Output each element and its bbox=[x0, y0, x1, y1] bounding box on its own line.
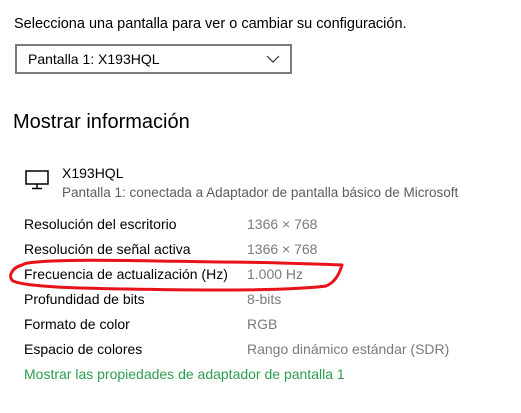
color-format-label: Formato de color bbox=[24, 316, 130, 332]
display-description: Pantalla 1: conectada a Adaptador de pan… bbox=[62, 185, 459, 200]
display-dropdown[interactable]: Pantalla 1: X193HQL bbox=[15, 44, 292, 74]
color-format-value: RGB bbox=[247, 316, 278, 332]
color-space-value: Rango dinámico estándar (SDR) bbox=[247, 341, 450, 357]
chevron-down-icon bbox=[266, 55, 280, 63]
display-name: X193HQL bbox=[62, 165, 124, 181]
active-signal-resolution-value: 1366 × 768 bbox=[247, 241, 318, 257]
select-display-prompt: Selecciona una pantalla para ver o cambi… bbox=[14, 16, 407, 32]
monitor-icon bbox=[25, 170, 49, 190]
section-title: Mostrar información bbox=[13, 111, 190, 133]
display-dropdown-value: Pantalla 1: X193HQL bbox=[28, 51, 160, 67]
active-signal-resolution-label: Resolución de señal activa bbox=[24, 241, 191, 257]
desktop-resolution-label: Resolución del escritorio bbox=[24, 216, 177, 232]
refresh-rate-value: 1.000 Hz bbox=[247, 266, 304, 282]
refresh-rate-label: Frecuencia de actualización (Hz) bbox=[24, 266, 228, 282]
adapter-properties-link[interactable]: Mostrar las propiedades de adaptador de … bbox=[24, 366, 345, 382]
display-settings-page: Selecciona una pantalla para ver o cambi… bbox=[0, 0, 521, 413]
desktop-resolution-value: 1366 × 768 bbox=[247, 216, 318, 232]
bit-depth-label: Profundidad de bits bbox=[24, 291, 145, 307]
color-space-label: Espacio de colores bbox=[24, 341, 143, 357]
bit-depth-value: 8-bits bbox=[247, 291, 282, 307]
